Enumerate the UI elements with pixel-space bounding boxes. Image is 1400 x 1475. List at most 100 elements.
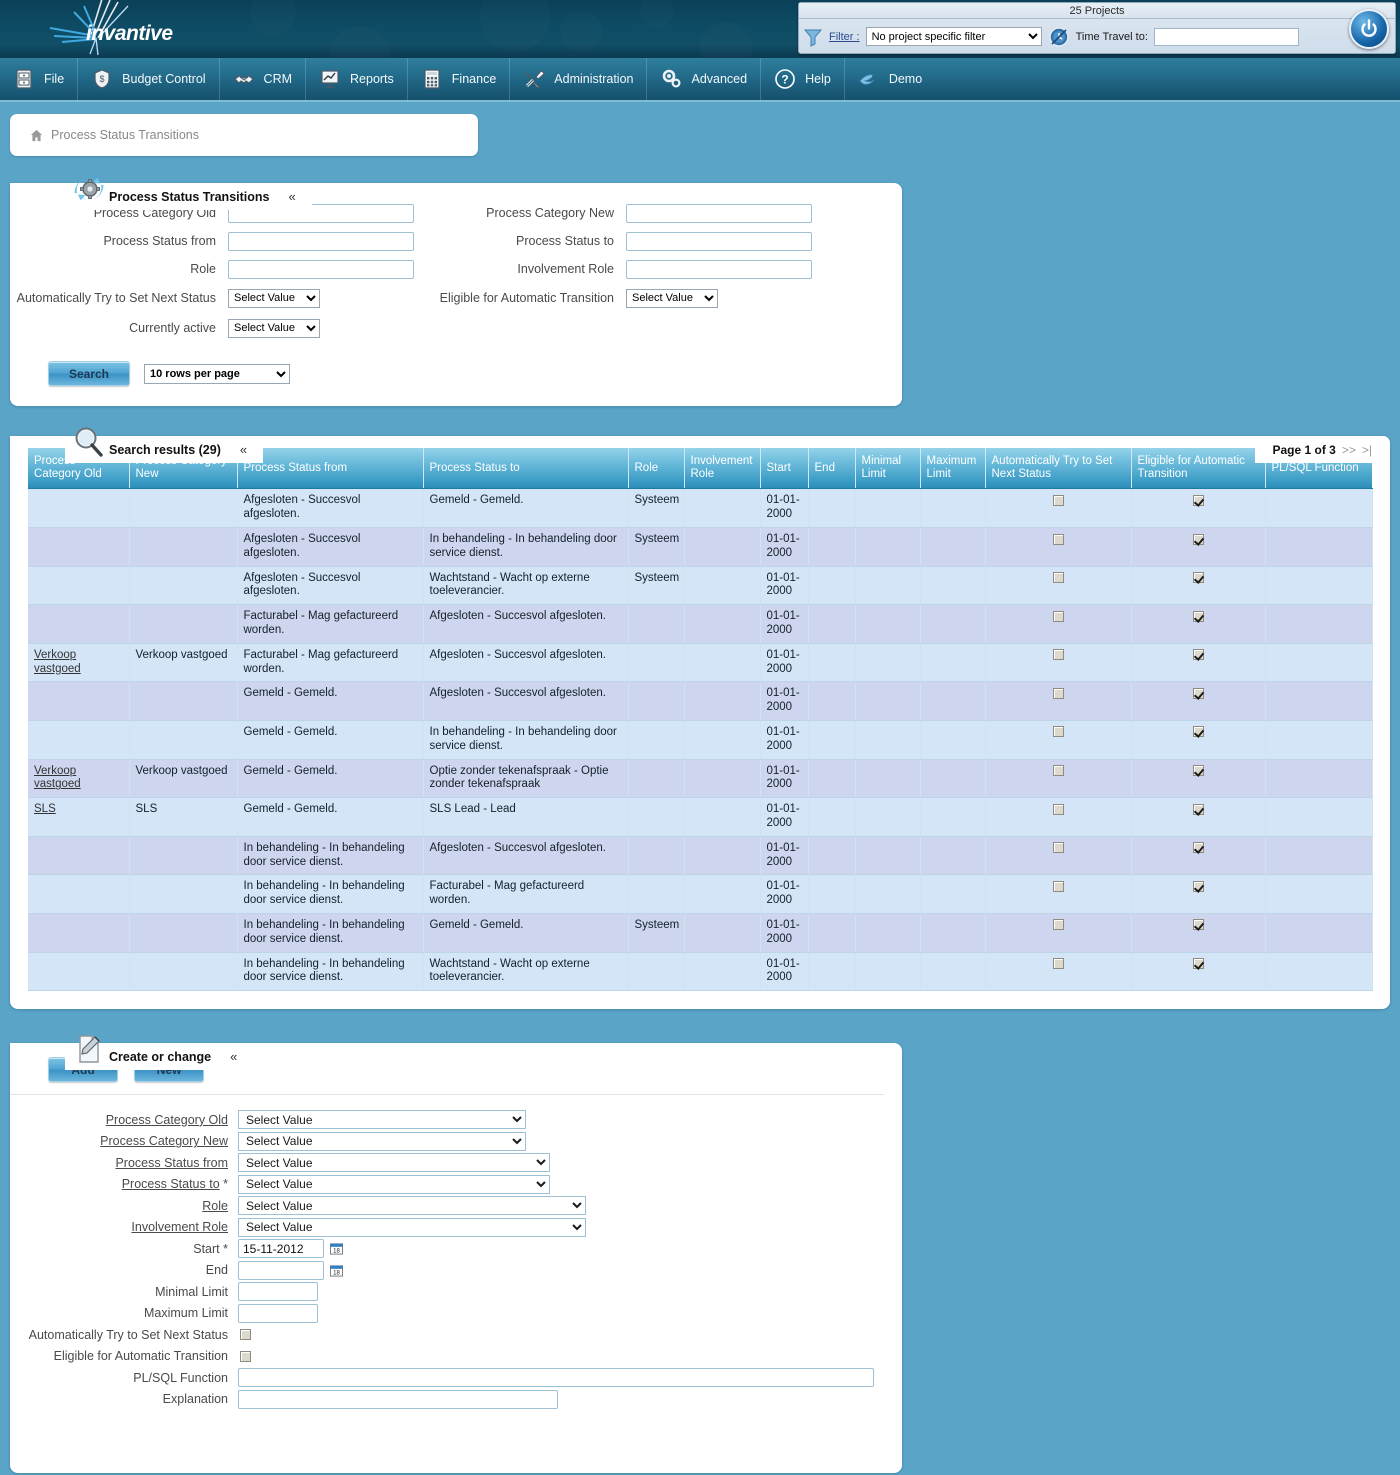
table-cell[interactable] — [28, 913, 130, 953]
eligible-transition-checkbox-cell[interactable] — [1131, 874, 1266, 914]
eligible-transition-checkbox-cell[interactable] — [1131, 604, 1266, 644]
field-label[interactable]: Role — [10, 1199, 238, 1213]
auto-next-status-checkbox-cell[interactable] — [985, 527, 1132, 567]
checkbox-checked-icon[interactable] — [1192, 765, 1204, 777]
automatically-try-to-set-next-status-checkbox[interactable] — [240, 1329, 251, 1341]
process-category-new-select[interactable]: Select Value — [238, 1131, 526, 1151]
process-category-old-select[interactable]: Select Value — [238, 1110, 526, 1130]
row-link[interactable]: Verkoop vastgoed — [34, 649, 81, 675]
auto-next-status-checkbox-cell[interactable] — [985, 604, 1132, 644]
eligible-transition-checkbox-cell[interactable] — [1131, 836, 1266, 876]
end-input[interactable] — [238, 1260, 324, 1280]
auto-next-status-checkbox-cell[interactable] — [985, 836, 1132, 876]
col-process-status-from[interactable]: Process Status from — [237, 448, 424, 490]
role-select[interactable]: Select Value — [238, 1196, 586, 1216]
checkbox-checked-icon[interactable] — [1192, 687, 1204, 699]
auto-next-status-checkbox-cell[interactable] — [985, 759, 1132, 799]
checkbox-unchecked-icon[interactable] — [1052, 958, 1064, 970]
col-involvement-role[interactable]: Involvement Role — [684, 448, 761, 490]
search-auto-next-status-select[interactable]: Select Value — [228, 288, 320, 308]
auto-next-status-checkbox-cell[interactable] — [985, 488, 1132, 529]
table-cell[interactable] — [28, 720, 130, 760]
logout-power-button[interactable] — [1349, 9, 1389, 49]
table-cell[interactable] — [28, 604, 130, 644]
pl-sql-function-input[interactable] — [238, 1368, 874, 1388]
search-process-category-new-input[interactable] — [626, 203, 812, 223]
field-label[interactable]: Process Category New — [10, 1134, 238, 1148]
checkbox-unchecked-icon[interactable] — [1052, 919, 1064, 931]
col-maximum-limit[interactable]: Maximum Limit — [920, 448, 986, 490]
filter-link[interactable]: Filter : — [829, 31, 860, 43]
field-label[interactable]: Process Category Old — [10, 1113, 238, 1127]
checkbox-unchecked-icon[interactable] — [1052, 610, 1064, 622]
auto-next-status-checkbox-cell[interactable] — [985, 566, 1132, 606]
table-cell[interactable] — [28, 952, 130, 992]
nav-item-finance[interactable]: Finance — [408, 57, 511, 101]
checkbox-unchecked-icon[interactable] — [1052, 765, 1064, 777]
row-link[interactable]: Verkoop vastgoed — [34, 765, 81, 791]
table-cell[interactable] — [28, 681, 130, 721]
last-page-button[interactable]: >| — [1362, 443, 1372, 457]
checkbox-checked-icon[interactable] — [1192, 533, 1204, 545]
checkbox-checked-icon[interactable] — [1192, 649, 1204, 661]
eligible-for-automatic-transition-checkbox[interactable] — [240, 1350, 251, 1362]
nav-item-administration[interactable]: Administration — [510, 57, 648, 101]
auto-next-status-checkbox-cell[interactable] — [985, 952, 1132, 992]
col-role[interactable]: Role — [628, 448, 685, 490]
search-process-status-from-input[interactable] — [228, 231, 414, 251]
calendar-icon[interactable]: 18 — [330, 1242, 343, 1255]
checkbox-unchecked-icon[interactable] — [1052, 649, 1064, 661]
minimal-limit-input[interactable] — [238, 1282, 318, 1302]
checkbox-checked-icon[interactable] — [1192, 572, 1204, 584]
eligible-transition-checkbox-cell[interactable] — [1131, 797, 1266, 837]
table-cell[interactable]: Verkoop vastgoed — [28, 759, 130, 799]
table-cell[interactable]: SLS — [28, 797, 130, 837]
calendar-icon[interactable]: 18 — [330, 1264, 343, 1277]
eligible-transition-checkbox-cell[interactable] — [1131, 913, 1266, 953]
eligible-transition-checkbox-cell[interactable] — [1131, 566, 1266, 606]
checkbox-unchecked-icon[interactable] — [1052, 533, 1064, 545]
rows-per-page-select[interactable]: 10 rows per page — [144, 363, 290, 384]
row-link[interactable]: SLS — [34, 803, 56, 815]
time-travel-input[interactable] — [1153, 27, 1299, 46]
checkbox-unchecked-icon[interactable] — [1052, 494, 1064, 506]
home-icon[interactable] — [30, 129, 43, 142]
search-involvement-role-input[interactable] — [626, 259, 812, 279]
col-eligible-transition[interactable]: Eligible for Automatic Transition — [1131, 448, 1266, 490]
project-filter-select[interactable]: No project specific filter — [865, 27, 1042, 46]
start-input[interactable] — [238, 1239, 324, 1259]
auto-next-status-checkbox-cell[interactable] — [985, 643, 1132, 683]
auto-next-status-checkbox-cell[interactable] — [985, 913, 1132, 953]
checkbox-unchecked-icon[interactable] — [1052, 687, 1064, 699]
next-page-button[interactable]: >> — [1342, 443, 1356, 457]
checkbox-unchecked-icon[interactable] — [1052, 842, 1064, 854]
auto-next-status-checkbox-cell[interactable] — [985, 874, 1132, 914]
nav-item-demo[interactable]: Demo — [845, 57, 935, 101]
chevron-up-icon[interactable]: « — [230, 1050, 237, 1063]
table-cell[interactable] — [28, 836, 130, 876]
field-label[interactable]: Process Status to * — [10, 1177, 238, 1191]
search-button[interactable]: Search — [48, 361, 130, 386]
checkbox-checked-icon[interactable] — [1192, 803, 1204, 815]
col-end[interactable]: End — [808, 448, 856, 490]
eligible-transition-checkbox-cell[interactable] — [1131, 527, 1266, 567]
table-cell[interactable] — [28, 566, 130, 606]
eligible-transition-checkbox-cell[interactable] — [1131, 952, 1266, 992]
col-process-status-to[interactable]: Process Status to — [423, 448, 629, 490]
nav-item-help[interactable]: ? Help — [761, 57, 845, 101]
col-minimal-limit[interactable]: Minimal Limit — [855, 448, 921, 490]
checkbox-checked-icon[interactable] — [1192, 610, 1204, 622]
nav-item-advanced[interactable]: Advanced — [647, 57, 762, 101]
process-status-from-select[interactable]: Select Value — [238, 1153, 550, 1173]
eligible-transition-checkbox-cell[interactable] — [1131, 488, 1266, 529]
field-label[interactable]: Process Status from — [10, 1156, 238, 1170]
checkbox-checked-icon[interactable] — [1192, 726, 1204, 738]
chevron-up-icon[interactable]: « — [288, 190, 295, 203]
checkbox-unchecked-icon[interactable] — [1052, 726, 1064, 738]
table-cell[interactable] — [28, 488, 130, 529]
eligible-transition-checkbox-cell[interactable] — [1131, 643, 1266, 683]
nav-item-file[interactable]: File — [0, 57, 79, 101]
search-currently-active-select[interactable]: Select Value — [228, 318, 320, 338]
checkbox-unchecked-icon[interactable] — [1052, 803, 1064, 815]
maximum-limit-input[interactable] — [238, 1303, 318, 1323]
